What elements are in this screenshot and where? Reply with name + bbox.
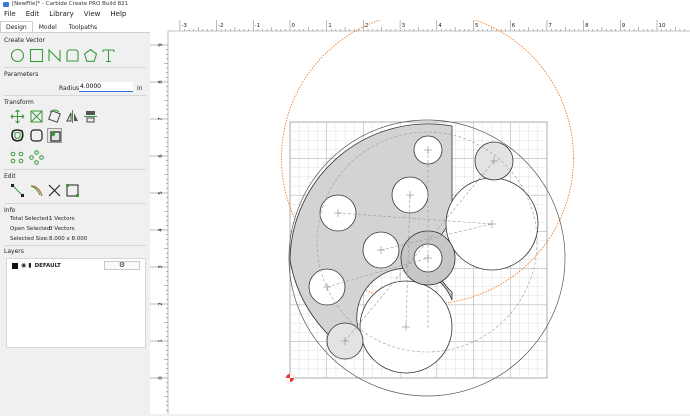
rotate-icon[interactable]: [47, 109, 62, 124]
ruler-y-label: 3: [158, 265, 164, 269]
selected-size-value: 8.000 x 8.000: [49, 236, 88, 242]
eye-icon[interactable]: ◉: [21, 262, 26, 269]
top-ruler: [150, 20, 690, 31]
menu-edit[interactable]: Edit: [26, 9, 40, 20]
join-icon[interactable]: [65, 183, 80, 198]
circular-array-icon[interactable]: [29, 150, 44, 165]
text-icon[interactable]: [101, 48, 116, 63]
fillet-icon[interactable]: [29, 128, 44, 143]
boolean-icon[interactable]: [47, 128, 62, 143]
ruler-x-label: 8: [585, 23, 589, 29]
menu-help[interactable]: Help: [110, 9, 126, 20]
left-panel: Create Vector Parameters Radius in Trans…: [0, 32, 150, 414]
edit-heading: Edit: [4, 173, 16, 180]
ruler-x-label: 2: [365, 23, 369, 29]
offset-icon[interactable]: [10, 128, 25, 143]
menu-library[interactable]: Library: [49, 9, 73, 20]
ruler-y-label: 1: [158, 339, 164, 343]
ruler-x-label: 5: [475, 23, 479, 29]
ruler-x-label: 6: [512, 23, 516, 29]
ruler-x-label: 3: [402, 23, 406, 29]
ruler-x-label: -3: [181, 23, 187, 29]
ruler-x-label: 1: [328, 23, 332, 29]
ruler-x-label: 0: [292, 23, 296, 29]
node-edit-icon[interactable]: [10, 183, 25, 198]
parameters-heading: Parameters: [4, 71, 39, 78]
left-ruler: [150, 20, 168, 414]
ruler-y-label: 9: [158, 43, 164, 47]
divider: [4, 245, 146, 246]
radius-input[interactable]: [79, 82, 133, 92]
rectangle-icon[interactable]: [29, 48, 44, 63]
menu-file[interactable]: File: [4, 9, 16, 20]
polyline-icon[interactable]: [47, 48, 62, 63]
open-selected-value: 0 Vectors: [49, 226, 75, 232]
selected-size-label: Selected Size:: [10, 236, 49, 242]
layer-settings-gear-icon[interactable]: ⚙: [104, 261, 140, 270]
ruler-y-label: 2: [158, 302, 164, 306]
mirror-icon[interactable]: [65, 109, 80, 124]
ruler-x-label: 7: [548, 23, 552, 29]
transform-heading: Transform: [4, 99, 34, 106]
open-selected-label: Open Selected:: [10, 226, 53, 232]
lock-icon[interactable]: ▮: [28, 262, 31, 269]
rounded-rect-icon[interactable]: [65, 48, 80, 63]
radius-label: Radius: [59, 85, 80, 92]
canvas-svg[interactable]: -3 -2 -1 0 1 2 3 4 5 6 7 8 9 10 9876543210: [150, 11, 690, 414]
menu-view[interactable]: View: [84, 9, 101, 20]
total-selected-label: Total Selected:: [10, 216, 51, 222]
trim-icon[interactable]: [47, 183, 62, 198]
ruler-y-label: 5: [158, 191, 164, 195]
curve-icon[interactable]: [29, 183, 44, 198]
polygon-icon[interactable]: [83, 48, 98, 63]
array-icon[interactable]: [10, 150, 25, 165]
total-selected-value: 1 Vectors: [49, 216, 75, 222]
app-icon: [3, 2, 9, 7]
radius-unit: in: [137, 85, 143, 92]
divider: [4, 67, 146, 68]
ruler-y-label: 8: [158, 80, 164, 84]
circle-icon[interactable]: [10, 48, 25, 63]
ruler-y-label: 0: [158, 376, 164, 380]
app-window: [NewFile]* - Carbide Create PRO Build 82…: [0, 0, 690, 414]
divider: [4, 203, 146, 204]
divider: [4, 95, 146, 96]
origin-marker-icon[interactable]: [286, 374, 294, 382]
align-icon[interactable]: [83, 109, 98, 124]
ruler-x-label: -2: [218, 23, 223, 29]
create-vector-heading: Create Vector: [4, 37, 45, 44]
layers-heading: Layers: [4, 248, 24, 255]
ruler-y-label: 7: [158, 117, 164, 121]
move-icon[interactable]: [10, 109, 25, 124]
ruler-y-label: 6: [158, 154, 164, 158]
divider: [4, 169, 146, 170]
layer-row-default[interactable]: ◉ ▮ DEFAULT ⚙: [8, 260, 144, 271]
design-canvas[interactable]: -3 -2 -1 0 1 2 3 4 5 6 7 8 9 10 9876543210: [150, 11, 690, 414]
ruler-x-label: -1: [255, 23, 260, 29]
info-heading: Info: [4, 207, 16, 214]
menu-bar: File Edit Library View Help: [0, 9, 690, 20]
layer-color-swatch[interactable]: [12, 262, 18, 269]
layer-name: DEFAULT: [34, 262, 61, 269]
window-title: [NewFile]* - Carbide Create PRO Build 82…: [12, 1, 129, 7]
ruler-x-label: 10: [659, 23, 666, 29]
ruler-y-label: 4: [158, 228, 164, 232]
scale-icon[interactable]: [29, 109, 44, 124]
layers-list: ◉ ▮ DEFAULT ⚙: [6, 258, 146, 348]
ruler-x-label: 9: [622, 23, 626, 29]
title-bar: [NewFile]* - Carbide Create PRO Build 82…: [0, 0, 690, 9]
ruler-x-label: 4: [438, 23, 442, 29]
